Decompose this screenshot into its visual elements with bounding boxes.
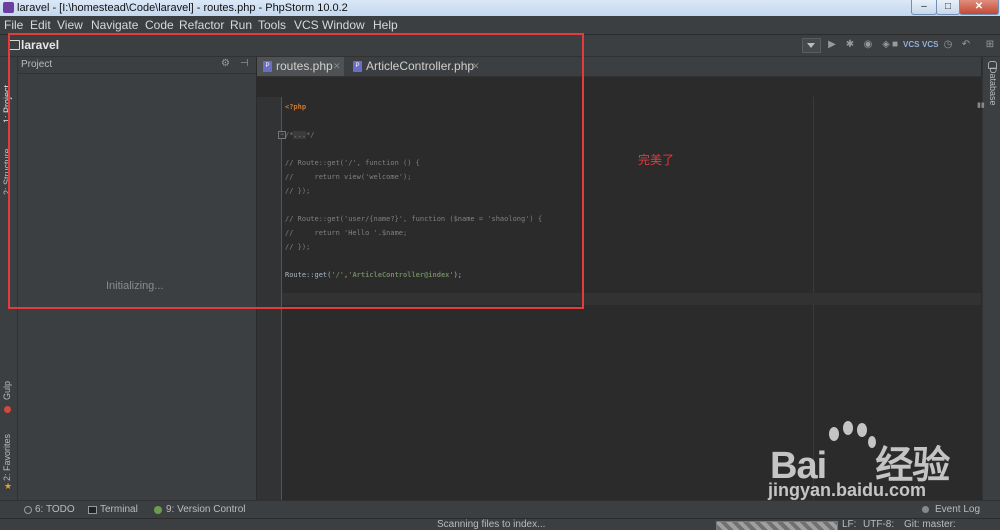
vcs-commit-icon[interactable]: VCS bbox=[922, 38, 938, 52]
vcs-update-icon[interactable]: VCS bbox=[903, 38, 919, 52]
stop-icon[interactable]: ■ bbox=[888, 38, 902, 52]
window-title: laravel - [I:\homestead\Code\laravel] - … bbox=[17, 2, 348, 14]
tool-terminal[interactable]: Terminal bbox=[100, 504, 138, 515]
menu-navigate[interactable]: Navigate bbox=[91, 16, 138, 34]
settings-icon[interactable]: ⊞ bbox=[983, 38, 997, 52]
terminal-icon bbox=[88, 506, 97, 514]
tool-tab-gulp[interactable]: Gulp bbox=[2, 381, 12, 400]
menu-vcs[interactable]: VCS bbox=[294, 16, 319, 34]
phpstorm-app-icon bbox=[3, 2, 14, 13]
coverage-icon[interactable]: ◉ bbox=[861, 38, 875, 52]
run-config-dropdown[interactable] bbox=[802, 38, 821, 53]
menu-file[interactable]: File bbox=[4, 16, 23, 34]
status-bar: Scanning files to index... LF: UTF-8: Gi… bbox=[0, 518, 1000, 530]
maximize-button[interactable]: □ bbox=[936, 0, 960, 15]
baidu-jingyan-watermark: Bai 经验 jingyan.baidu.com bbox=[750, 420, 990, 510]
menu-refactor[interactable]: Refactor bbox=[179, 16, 224, 34]
version-control-icon bbox=[154, 506, 162, 514]
gulp-icon bbox=[4, 406, 11, 413]
scrollbar-marker-icon[interactable]: ▮▮ bbox=[977, 101, 985, 109]
menu-run[interactable]: Run bbox=[230, 16, 252, 34]
menu-view[interactable]: View bbox=[57, 16, 83, 34]
file-encoding[interactable]: UTF-8: bbox=[863, 519, 894, 530]
star-icon: ★ bbox=[4, 481, 13, 491]
window-title-bar: laravel - [I:\homestead\Code\laravel] - … bbox=[0, 0, 1000, 16]
tool-todo[interactable]: 6: TODO bbox=[35, 504, 75, 515]
status-message: Scanning files to index... bbox=[437, 519, 546, 530]
menu-code[interactable]: Code bbox=[145, 16, 174, 34]
vcs-history-icon[interactable]: ◷ bbox=[941, 38, 955, 52]
tool-tab-favorites[interactable]: 2: Favorites bbox=[2, 434, 12, 481]
menu-tools[interactable]: Tools bbox=[258, 16, 286, 34]
todo-icon bbox=[24, 506, 32, 514]
git-branch[interactable]: Git: master: bbox=[904, 519, 956, 530]
line-separator[interactable]: LF: bbox=[842, 519, 856, 530]
tool-tab-database[interactable]: Database bbox=[988, 67, 998, 106]
menu-window[interactable]: Window bbox=[322, 16, 365, 34]
revert-icon[interactable]: ↶ bbox=[959, 38, 973, 52]
close-button[interactable]: ✕ bbox=[959, 0, 999, 15]
watermark-url: jingyan.baidu.com bbox=[768, 480, 927, 500]
debug-icon[interactable]: ✱ bbox=[843, 38, 857, 52]
minimize-button[interactable]: – bbox=[911, 0, 937, 15]
tool-version-control[interactable]: 9: Version Control bbox=[166, 504, 246, 515]
annotation-text: 完美了 bbox=[638, 153, 675, 167]
run-icon[interactable]: ▶ bbox=[825, 38, 839, 52]
annotation-highlight-box bbox=[8, 33, 584, 309]
menu-help[interactable]: Help bbox=[373, 16, 398, 34]
menu-edit[interactable]: Edit bbox=[30, 16, 51, 34]
